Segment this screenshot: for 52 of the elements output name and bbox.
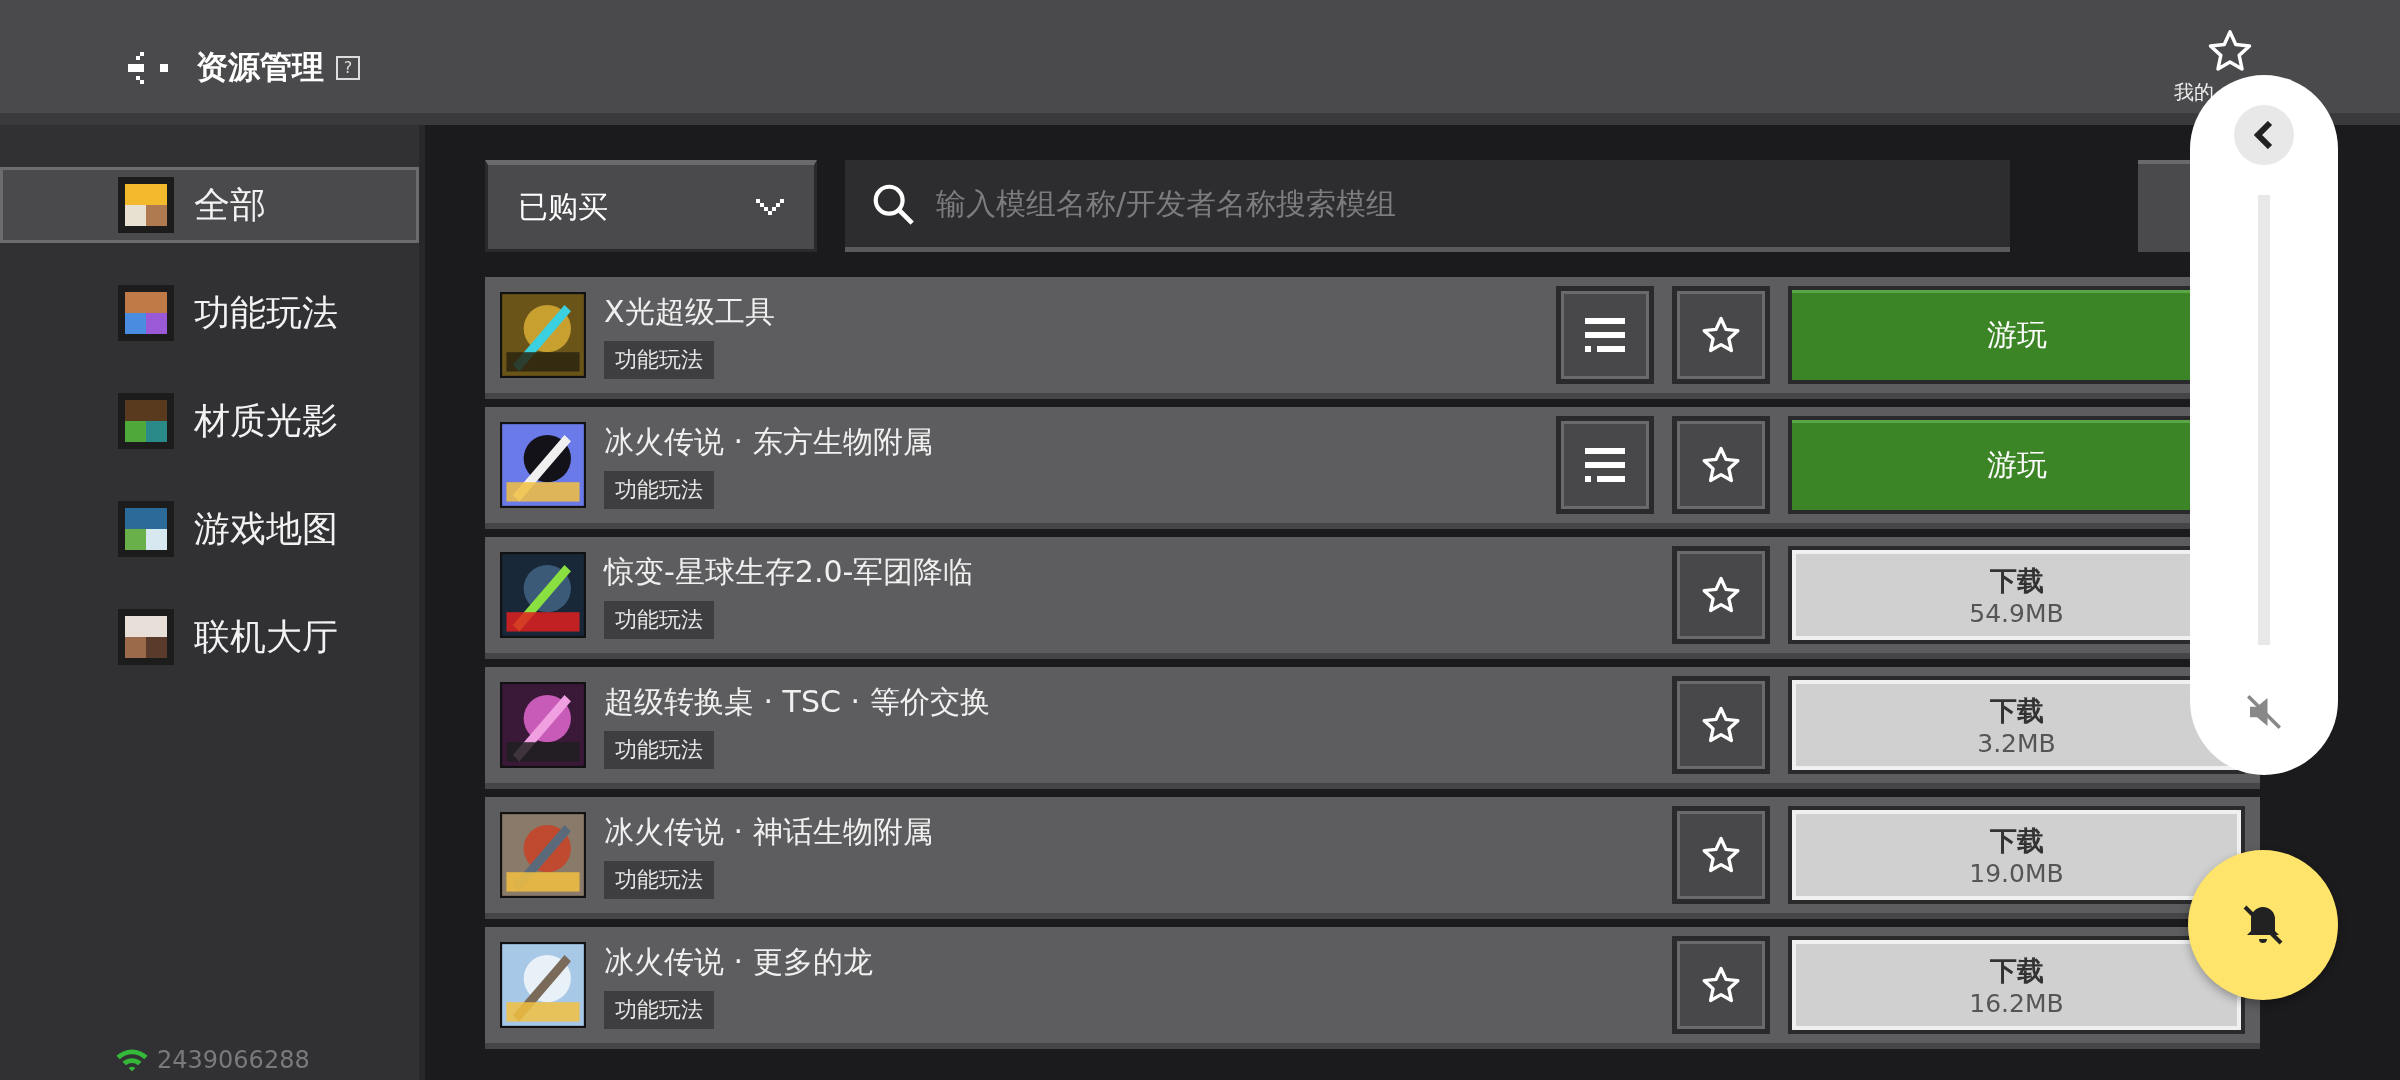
- favorite-button[interactable]: [1672, 676, 1770, 774]
- page-title: 资源管理: [196, 46, 324, 88]
- category-tag: 功能玩法: [604, 470, 714, 509]
- favorite-button[interactable]: [1672, 546, 1770, 644]
- favorite-button[interactable]: [1672, 286, 1770, 384]
- pixel-block-icon: [118, 609, 174, 665]
- list-icon: [1585, 318, 1625, 352]
- download-button[interactable]: 下载 16.2MB: [1788, 936, 2245, 1034]
- mod-title: X光超级工具: [604, 292, 775, 331]
- star-icon: [1701, 446, 1741, 484]
- star-icon: [1701, 836, 1741, 874]
- mod-title: 冰火传说 · 更多的龙: [604, 942, 873, 981]
- sidebar-item[interactable]: 游戏地图: [0, 491, 419, 567]
- pixel-block-icon: [118, 393, 174, 449]
- star-icon: [1701, 576, 1741, 614]
- sidebar-item[interactable]: 全部: [0, 167, 419, 243]
- sidebar-item[interactable]: 联机大厅: [0, 599, 419, 675]
- star-icon: [1701, 316, 1741, 354]
- favorite-button[interactable]: [1672, 806, 1770, 904]
- category-tag: 功能玩法: [604, 340, 714, 379]
- favorites-label[interactable]: 我的: [2174, 79, 2214, 106]
- search-bar[interactable]: 输入模组名称/开发者名称搜索模组: [845, 160, 2010, 252]
- pixel-block-icon: [118, 285, 174, 341]
- category-tag: 功能玩法: [604, 990, 714, 1029]
- star-icon: [1701, 706, 1741, 744]
- account-id: 2439066288: [157, 1046, 310, 1074]
- star-icon[interactable]: [2207, 29, 2253, 73]
- sidebar-item[interactable]: 材质光影: [0, 383, 419, 459]
- download-button[interactable]: 下载 19.0MB: [1788, 806, 2245, 904]
- download-button[interactable]: 下载 3.2MB: [1788, 676, 2245, 774]
- details-button[interactable]: [1556, 416, 1654, 514]
- chevron-down-icon: [756, 198, 784, 216]
- category-tag: 功能玩法: [604, 860, 714, 899]
- filter-dropdown[interactable]: 已购买: [485, 160, 817, 252]
- favorite-button[interactable]: [1672, 416, 1770, 514]
- help-button[interactable]: ?: [336, 55, 360, 80]
- pixel-block-icon: [118, 501, 174, 557]
- pixel-block-icon: [118, 177, 174, 233]
- star-icon: [1701, 966, 1741, 1004]
- sidebar-item[interactable]: 功能玩法: [0, 275, 419, 351]
- category-tag: 功能玩法: [604, 600, 714, 639]
- favorite-button[interactable]: [1672, 936, 1770, 1034]
- mod-title: 冰火传说 · 东方生物附属: [604, 422, 933, 461]
- search-field[interactable]: 输入模组名称/开发者名称搜索模组: [934, 185, 2010, 222]
- category-tag: 功能玩法: [604, 730, 714, 769]
- details-button[interactable]: [1556, 286, 1654, 384]
- mod-title: 冰火传说 · 神话生物附属: [604, 812, 933, 851]
- list-icon: [1585, 448, 1625, 482]
- mod-title: 超级转换桌 · TSC · 等价交换: [604, 682, 990, 721]
- mod-title: 惊变-星球生存2.0-军团降临: [604, 552, 974, 591]
- wifi-icon: [115, 1047, 149, 1073]
- chevron-left-icon: [2254, 121, 2274, 149]
